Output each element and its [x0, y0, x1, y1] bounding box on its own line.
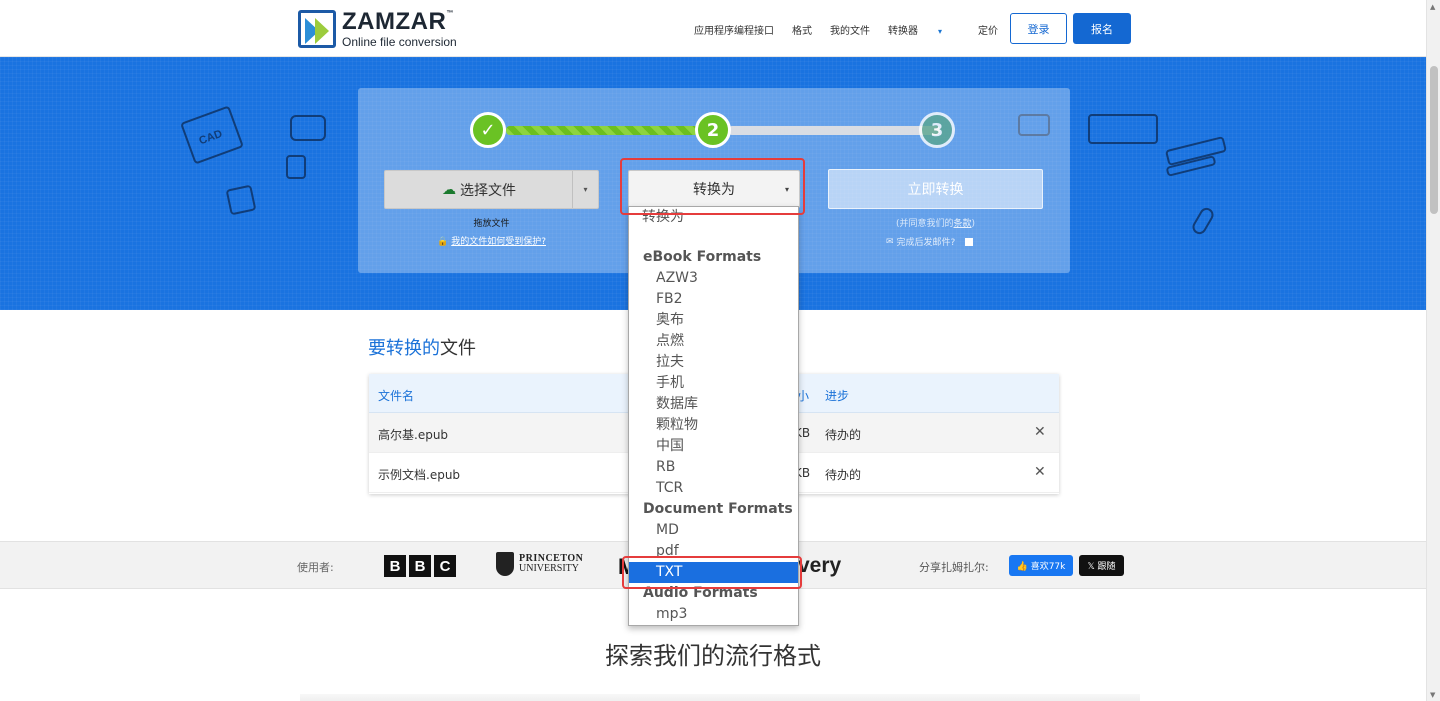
- nav-my-files[interactable]: 我的文件: [830, 22, 870, 37]
- file-name: 示例文档.epub: [378, 468, 461, 482]
- progress-track-pending: [728, 126, 940, 135]
- option-azw3[interactable]: AZW3: [629, 268, 798, 289]
- facebook-like-button[interactable]: 👍 喜欢77k: [1009, 555, 1073, 576]
- wrench-icon: [1189, 205, 1217, 237]
- princeton-university: UNIVERSITY: [519, 563, 579, 574]
- files-title-rest: 文件: [440, 338, 476, 359]
- login-button[interactable]: 登录: [1010, 13, 1067, 44]
- envelope-icon: ✉: [886, 236, 894, 247]
- explore-formats-title: 探索我们的流行格式: [605, 642, 821, 670]
- file-protection-text: 我的文件如何受到保护?: [451, 237, 546, 247]
- laptop-icon: [1088, 114, 1158, 144]
- choose-files-button[interactable]: ☁ 选择文件 ▾: [384, 170, 599, 209]
- image-file-icon: [225, 184, 257, 216]
- caret-down-icon: ▾: [938, 27, 943, 36]
- site-header: ZAMZAR™ Online file conversion 应用程序编程接口 …: [0, 0, 1426, 57]
- scrollbar-thumb[interactable]: [1430, 66, 1438, 214]
- lock-icon: 🔒: [437, 237, 449, 247]
- scroll-down-arrow-icon[interactable]: ▼: [1430, 691, 1435, 699]
- option-oeb[interactable]: 奥布: [629, 310, 798, 331]
- discovery-logo-partial: very: [798, 554, 842, 577]
- optgroup-ebook: eBook Formats: [643, 249, 762, 265]
- choose-source-dropdown-toggle[interactable]: ▾: [572, 171, 598, 208]
- nav-formats[interactable]: 格式: [792, 22, 812, 37]
- option-lrf[interactable]: 拉夫: [629, 352, 798, 373]
- document-file-icon: [286, 155, 306, 179]
- email-when-done-label: 完成后发邮件?: [896, 238, 956, 248]
- video-file-icon: [290, 115, 326, 141]
- annotation-highlight-txt: [622, 556, 802, 589]
- convert-now-button[interactable]: 立即转换: [828, 169, 1043, 209]
- step-3-indicator: 3: [919, 112, 955, 148]
- terms-link[interactable]: 条款: [953, 219, 971, 229]
- share-label: 分享扎姆扎尔:: [919, 561, 989, 574]
- zamzar-logo[interactable]: ZAMZAR™ Online file conversion: [298, 10, 457, 48]
- nav-converters-label: 转换器: [888, 26, 918, 37]
- optgroup-document: Document Formats: [643, 501, 793, 517]
- files-to-convert-title: 要转换的文件: [368, 334, 476, 360]
- option-lit[interactable]: 点燃: [629, 331, 798, 352]
- logo-tagline: Online file conversion: [342, 35, 457, 49]
- used-by-label: 使用者:: [297, 561, 334, 574]
- choose-files-label: 选择文件: [460, 182, 516, 199]
- file-protection-link[interactable]: 🔒 我的文件如何受到保护?: [384, 234, 599, 247]
- terms-note: (并同意我们的条款): [828, 216, 1043, 229]
- drag-drop-hint: 拖放文件: [473, 219, 510, 229]
- zamzar-logo-mark-icon: [298, 10, 336, 48]
- remove-file-icon[interactable]: ✕: [1034, 464, 1046, 480]
- column-progress: 进步: [825, 389, 850, 403]
- cad-label: CAD: [197, 127, 224, 148]
- column-file-name: 文件名: [378, 389, 415, 403]
- option-mobi[interactable]: 手机: [629, 373, 798, 394]
- option-rb[interactable]: RB: [629, 457, 798, 478]
- x-follow-button[interactable]: 𝕏 跟随: [1079, 555, 1124, 576]
- bbc-letter: B: [384, 555, 406, 577]
- cad-file-icon: CAD: [180, 105, 244, 165]
- signup-button[interactable]: 报名: [1073, 13, 1131, 44]
- files-title-highlight: 要转换的: [368, 338, 440, 359]
- file-name: 高尔基.epub: [378, 428, 449, 442]
- remove-file-icon[interactable]: ✕: [1034, 424, 1046, 440]
- bbc-letter: B: [409, 555, 431, 577]
- logo-trademark: ™: [446, 10, 454, 17]
- nav-pricing[interactable]: 定价: [978, 22, 998, 37]
- progress-track-complete: [506, 126, 716, 135]
- option-mp3[interactable]: mp3: [629, 604, 798, 625]
- nav-converters[interactable]: 转换器 ▾: [888, 22, 960, 37]
- option-fb2[interactable]: FB2: [629, 289, 798, 310]
- file-status: 待办的: [825, 468, 862, 482]
- logo-name: ZAMZAR: [342, 8, 447, 35]
- annotation-highlight-select: [620, 158, 805, 215]
- main-nav: 应用程序编程接口 格式 我的文件 转换器▾ 定价 帮助: [694, 22, 1054, 37]
- page-scrollbar[interactable]: ▲ ▼: [1426, 0, 1440, 701]
- file-status: 待办的: [825, 428, 862, 442]
- email-when-done: ✉ 完成后发邮件?: [886, 235, 974, 248]
- format-cards-edge: [300, 694, 1140, 701]
- princeton-logo: PRINCETON UNIVERSITY: [496, 552, 583, 576]
- terms-prefix: (并同意我们的: [895, 219, 954, 229]
- terms-suffix: ): [971, 219, 976, 229]
- bbc-logo: B B C: [384, 555, 459, 577]
- option-prc[interactable]: 中国: [629, 436, 798, 457]
- option-pdb[interactable]: 数据库: [629, 394, 798, 415]
- scroll-up-arrow-icon[interactable]: ▲: [1430, 3, 1435, 11]
- princeton-shield-icon: [496, 552, 514, 576]
- nav-api[interactable]: 应用程序编程接口: [694, 22, 774, 37]
- email-when-done-checkbox[interactable]: [965, 237, 974, 246]
- bbc-letter: C: [434, 555, 456, 577]
- option-pml[interactable]: 颗粒物: [629, 415, 798, 436]
- step-2-indicator: 2: [695, 112, 731, 148]
- option-md[interactable]: MD: [629, 520, 798, 541]
- option-tcr[interactable]: TCR: [629, 478, 798, 499]
- cloud-upload-icon: ☁: [442, 181, 456, 198]
- step-1-check-icon: ✓: [470, 112, 506, 148]
